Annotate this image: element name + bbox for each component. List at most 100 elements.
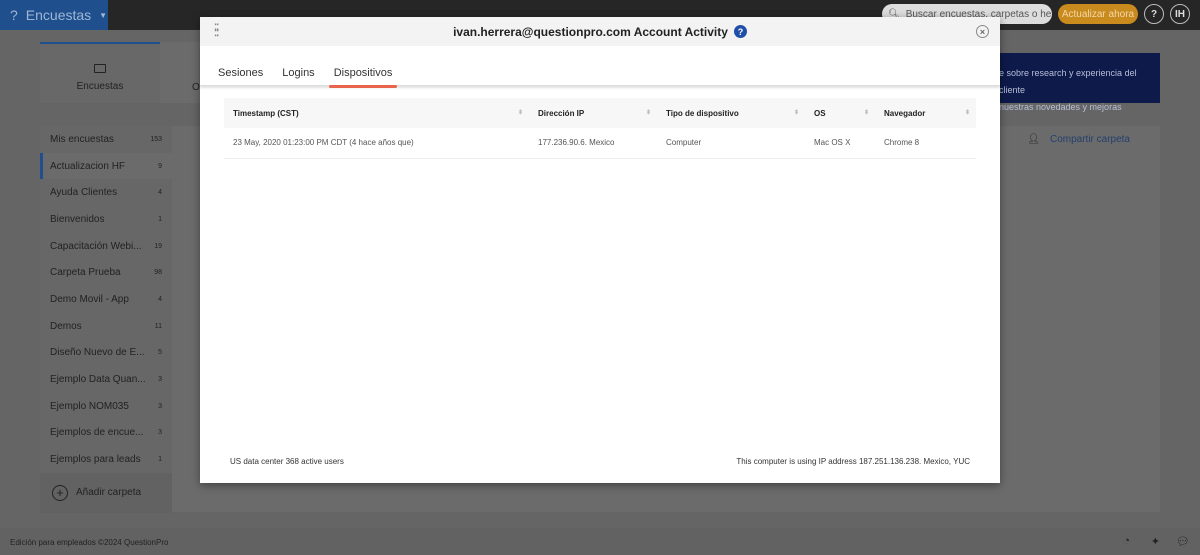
sidebar-item[interactable]: Ejemplos para leads 1 bbox=[40, 446, 172, 473]
folder-name: Mis encuestas bbox=[50, 133, 114, 145]
column-label: Navegador bbox=[884, 108, 926, 118]
add-folder-button[interactable]: + Añadir carpeta bbox=[40, 472, 172, 513]
folder-name: Carpeta Prueba bbox=[50, 267, 121, 279]
tab-logins[interactable]: Logins bbox=[282, 67, 314, 85]
folder-count: 4 bbox=[158, 295, 162, 303]
modal-header: ⁚⁚ ⁚⁚ ivan.herrera@questionpro.com Accoun… bbox=[200, 17, 1000, 46]
banner-line-2: nuestras novedades y mejoras bbox=[999, 102, 1122, 112]
sort-icon[interactable]: ⬍ bbox=[646, 109, 651, 116]
ip-address-text: This computer is using IP address 187.25… bbox=[736, 457, 970, 466]
speedometer-icon[interactable]: ◔ bbox=[1123, 535, 1130, 547]
sidebar-item[interactable]: Ayuda Clientes 4 bbox=[40, 179, 172, 206]
sidebar-item[interactable]: Ejemplo NOM035 3 bbox=[40, 393, 172, 420]
sparkles-icon[interactable]: ✦ bbox=[1151, 535, 1160, 548]
news-banner[interactable]: e sobre research y experiencia del clien… bbox=[985, 53, 1160, 112]
column-header-ip[interactable]: Dirección IP ⬍ bbox=[529, 98, 657, 128]
folder-count: 1 bbox=[158, 456, 162, 464]
folder-name: Demo Movil - App bbox=[50, 293, 129, 305]
folder-name: Bienvenidos bbox=[50, 213, 105, 225]
help-icon[interactable]: ? bbox=[733, 25, 747, 38]
user-avatar[interactable]: IH bbox=[1170, 4, 1190, 24]
column-header-device-type[interactable]: Tipo de dispositivo ⬍ bbox=[657, 98, 805, 128]
chevron-down-icon: ▼ bbox=[99, 10, 108, 20]
folder-sidebar: Mis encuestas 153 Actualizacion HF 9 Ayuda C… bbox=[40, 126, 172, 513]
table-row: 23 May, 2020 01:23:00 PM CDT (4 hace año… bbox=[224, 128, 976, 159]
sidebar-item[interactable]: Demos 11 bbox=[40, 313, 172, 340]
sidebar-item[interactable]: Actualizacion HF 9 bbox=[40, 152, 172, 180]
column-header-os[interactable]: OS ⬍ bbox=[805, 98, 875, 128]
upgrade-button[interactable]: Actualizar ahora bbox=[1058, 4, 1138, 24]
sidebar-item[interactable]: Mis encuestas 153 bbox=[40, 126, 172, 153]
folder-name: Demos bbox=[50, 320, 82, 332]
sidebar-item[interactable]: Diseño Nuevo de E... 5 bbox=[40, 340, 172, 367]
product-name: Encuestas bbox=[25, 7, 92, 23]
page-footer: Edición para empleados ©2024 QuestionPro… bbox=[0, 528, 1200, 555]
sidebar-item[interactable]: Carpeta Prueba 98 bbox=[40, 259, 172, 286]
sidebar-item[interactable]: Demo Movil - App 4 bbox=[40, 286, 172, 313]
help-button[interactable]: ? bbox=[1144, 4, 1164, 24]
cell-os: Mac OS X bbox=[805, 128, 875, 159]
tab-encuestas-label: Encuestas bbox=[76, 81, 124, 92]
sidebar-item[interactable]: Bienvenidos 1 bbox=[40, 206, 172, 233]
modal-title: ivan.herrera@questionpro.com Account Act… bbox=[453, 24, 728, 39]
modal-footer: US data center 368 active users This com… bbox=[230, 457, 970, 466]
close-icon[interactable]: × bbox=[976, 25, 989, 38]
tab-encuestas[interactable]: Encuestas bbox=[40, 42, 160, 103]
questionpro-logo-icon: ? bbox=[10, 7, 18, 23]
add-folder-label: Añadir carpeta bbox=[76, 487, 142, 499]
account-activity-modal: ⁚⁚ ⁚⁚ ivan.herrera@questionpro.com Accoun… bbox=[200, 17, 1000, 483]
share-folder-button[interactable]: 👤︎ Compartir carpeta bbox=[1027, 134, 1130, 145]
sort-icon[interactable]: ⬍ bbox=[965, 109, 970, 116]
folder-name: Ejemplo NOM035 bbox=[50, 400, 129, 412]
folder-name: Ejemplos para leads bbox=[50, 454, 141, 466]
column-label: Timestamp (CST) bbox=[233, 108, 299, 118]
devices-table: Timestamp (CST) ⬍ Dirección IP ⬍ Tipo de d… bbox=[224, 98, 976, 159]
folder-count: 98 bbox=[154, 269, 162, 277]
folder-count: 3 bbox=[158, 376, 162, 384]
folder-name: Ejemplos de encue... bbox=[50, 427, 144, 439]
cell-device-type: Computer bbox=[657, 128, 805, 159]
folder-count: 11 bbox=[154, 322, 162, 330]
folder-count: 19 bbox=[154, 242, 162, 250]
folder-count: 5 bbox=[158, 349, 162, 357]
column-header-timestamp[interactable]: Timestamp (CST) ⬍ bbox=[224, 98, 529, 128]
folder-name: Diseño Nuevo de E... bbox=[50, 347, 145, 359]
folder-icon bbox=[94, 64, 106, 73]
sort-icon[interactable]: ⬍ bbox=[864, 109, 869, 116]
active-users-text: US data center 368 active users bbox=[230, 457, 344, 466]
cell-browser: Chrome 8 bbox=[875, 128, 976, 159]
folder-count: 3 bbox=[158, 429, 162, 437]
folder-count: 1 bbox=[158, 215, 162, 223]
folder-name: Capacitación Webi... bbox=[50, 240, 142, 252]
sidebar-item[interactable]: Ejemplo Data Quan... 3 bbox=[40, 366, 172, 393]
tab-sesiones[interactable]: Sesiones bbox=[218, 67, 263, 85]
sort-icon[interactable]: ⬍ bbox=[794, 109, 799, 116]
folder-count: 3 bbox=[158, 402, 162, 410]
column-label: Tipo de dispositivo bbox=[666, 108, 739, 118]
folder-name: Ayuda Clientes bbox=[50, 187, 118, 199]
cell-ip: 177.236.90.6. Mexico bbox=[529, 128, 657, 159]
column-label: Dirección IP bbox=[538, 108, 585, 118]
plus-circle-icon: + bbox=[52, 484, 68, 501]
chat-icon[interactable]: 💬︎ bbox=[1176, 535, 1190, 548]
tab-dispositivos[interactable]: Dispositivos bbox=[328, 67, 398, 88]
sidebar-item[interactable]: Ejemplos de encue... 3 bbox=[40, 420, 172, 447]
folder-count: 9 bbox=[158, 162, 162, 170]
sidebar-item[interactable]: Capacitación Webi... 19 bbox=[40, 233, 172, 260]
sort-icon[interactable]: ⬍ bbox=[518, 109, 523, 116]
add-person-icon: 👤︎ bbox=[1027, 134, 1040, 145]
product-switcher[interactable]: ? Encuestas ▼ bbox=[0, 0, 108, 30]
folder-count: 4 bbox=[158, 189, 162, 197]
drag-handle-icon[interactable]: ⁚⁚ ⁚⁚ bbox=[214, 24, 219, 39]
banner-line-1: e sobre research y experiencia del clien… bbox=[999, 68, 1137, 95]
cell-timestamp: 23 May, 2020 01:23:00 PM CDT (4 hace año… bbox=[224, 128, 529, 159]
folder-count: 153 bbox=[150, 135, 162, 143]
column-label: OS bbox=[814, 108, 826, 118]
tab-other[interactable]: O bbox=[192, 82, 200, 93]
share-folder-label: Compartir carpeta bbox=[1049, 134, 1130, 145]
folder-name: Actualizacion HF bbox=[50, 160, 126, 172]
column-header-browser[interactable]: Navegador ⬍ bbox=[875, 98, 976, 128]
folder-name: Ejemplo Data Quan... bbox=[50, 374, 146, 386]
modal-tabs: Sesiones Logins Dispositivos bbox=[200, 46, 1000, 88]
footer-text: Edición para empleados ©2024 QuestionPro bbox=[10, 538, 169, 547]
